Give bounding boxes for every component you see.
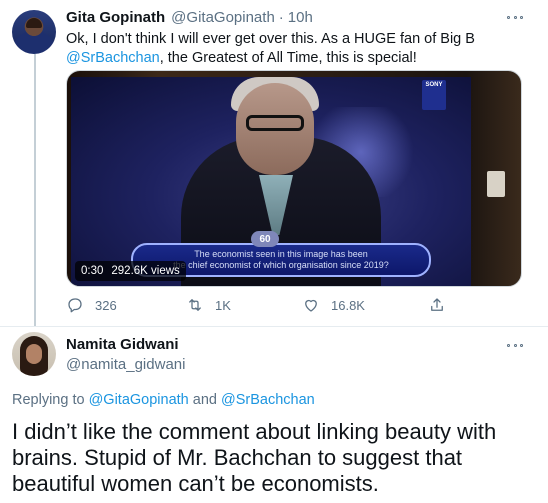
replying-to-link-1[interactable]: @GitaGopinath xyxy=(89,392,189,408)
author-name[interactable]: Gita Gopinath xyxy=(66,9,165,26)
like-button[interactable]: 16.8K xyxy=(302,296,365,314)
share-button[interactable] xyxy=(428,296,457,314)
channel-logo: SONY xyxy=(422,80,446,110)
tv-screen-image: SONY The economist seen in this image ha… xyxy=(71,77,471,286)
author-handle[interactable]: @GitaGopinath xyxy=(171,9,275,26)
more-options-icon[interactable] xyxy=(505,12,525,22)
reply-count: 326 xyxy=(95,297,117,313)
tweet-video[interactable]: SONY The economist seen in this image ha… xyxy=(66,70,522,287)
tweet-divider xyxy=(0,326,548,327)
reply-more-options-icon[interactable] xyxy=(505,340,525,350)
reply-author-handle[interactable]: @namita_gidwani xyxy=(66,356,185,373)
reply-author-avatar[interactable] xyxy=(12,332,56,376)
author-avatar[interactable] xyxy=(12,10,56,54)
reply-icon xyxy=(68,298,82,313)
share-icon xyxy=(431,298,443,311)
replying-to-line: Replying to @GitaGopinath and @SrBachcha… xyxy=(12,392,315,408)
thread-connector-line xyxy=(34,54,36,326)
replying-and: and xyxy=(188,392,221,408)
header-separator: · xyxy=(278,9,284,26)
retweet-count: 1K xyxy=(215,297,231,313)
retweet-icon xyxy=(189,299,201,311)
like-count: 16.8K xyxy=(331,297,365,313)
video-info-overlay: 0:30 292.6K views xyxy=(75,261,186,281)
tweet-action-bar: 326 1K 16.8K xyxy=(66,296,466,316)
tweet-timestamp[interactable]: 10h xyxy=(288,9,313,26)
heart-icon xyxy=(305,299,317,312)
prize-amount-badge: 60 xyxy=(251,231,279,247)
tweet-text-line1: Ok, I don't think I will ever get over t… xyxy=(66,31,475,47)
tweet-text-line2: , the Greatest of All Time, this is spec… xyxy=(159,50,417,66)
question-line-2: the chief economist of which organisatio… xyxy=(173,260,389,270)
video-view-count: 292.6K views xyxy=(111,265,180,277)
retweet-button[interactable]: 1K xyxy=(186,296,231,314)
mention-link[interactable]: @SrBachchan xyxy=(66,50,160,66)
replying-to-link-2[interactable]: @SrBachchan xyxy=(221,392,315,408)
tweet-header: Gita Gopinath @GitaGopinath · 10h xyxy=(66,9,313,26)
question-line-1: The economist seen in this image has bee… xyxy=(194,249,368,259)
reply-button[interactable]: 326 xyxy=(66,296,117,314)
reply-text: I didn’t like the comment about linking … xyxy=(12,419,497,496)
video-duration: 0:30 xyxy=(81,265,104,277)
reply-author-name[interactable]: Namita Gidwani xyxy=(66,336,179,353)
replying-prefix: Replying to xyxy=(12,392,89,408)
tweet-text: Ok, I don't think I will ever get over t… xyxy=(66,30,536,68)
